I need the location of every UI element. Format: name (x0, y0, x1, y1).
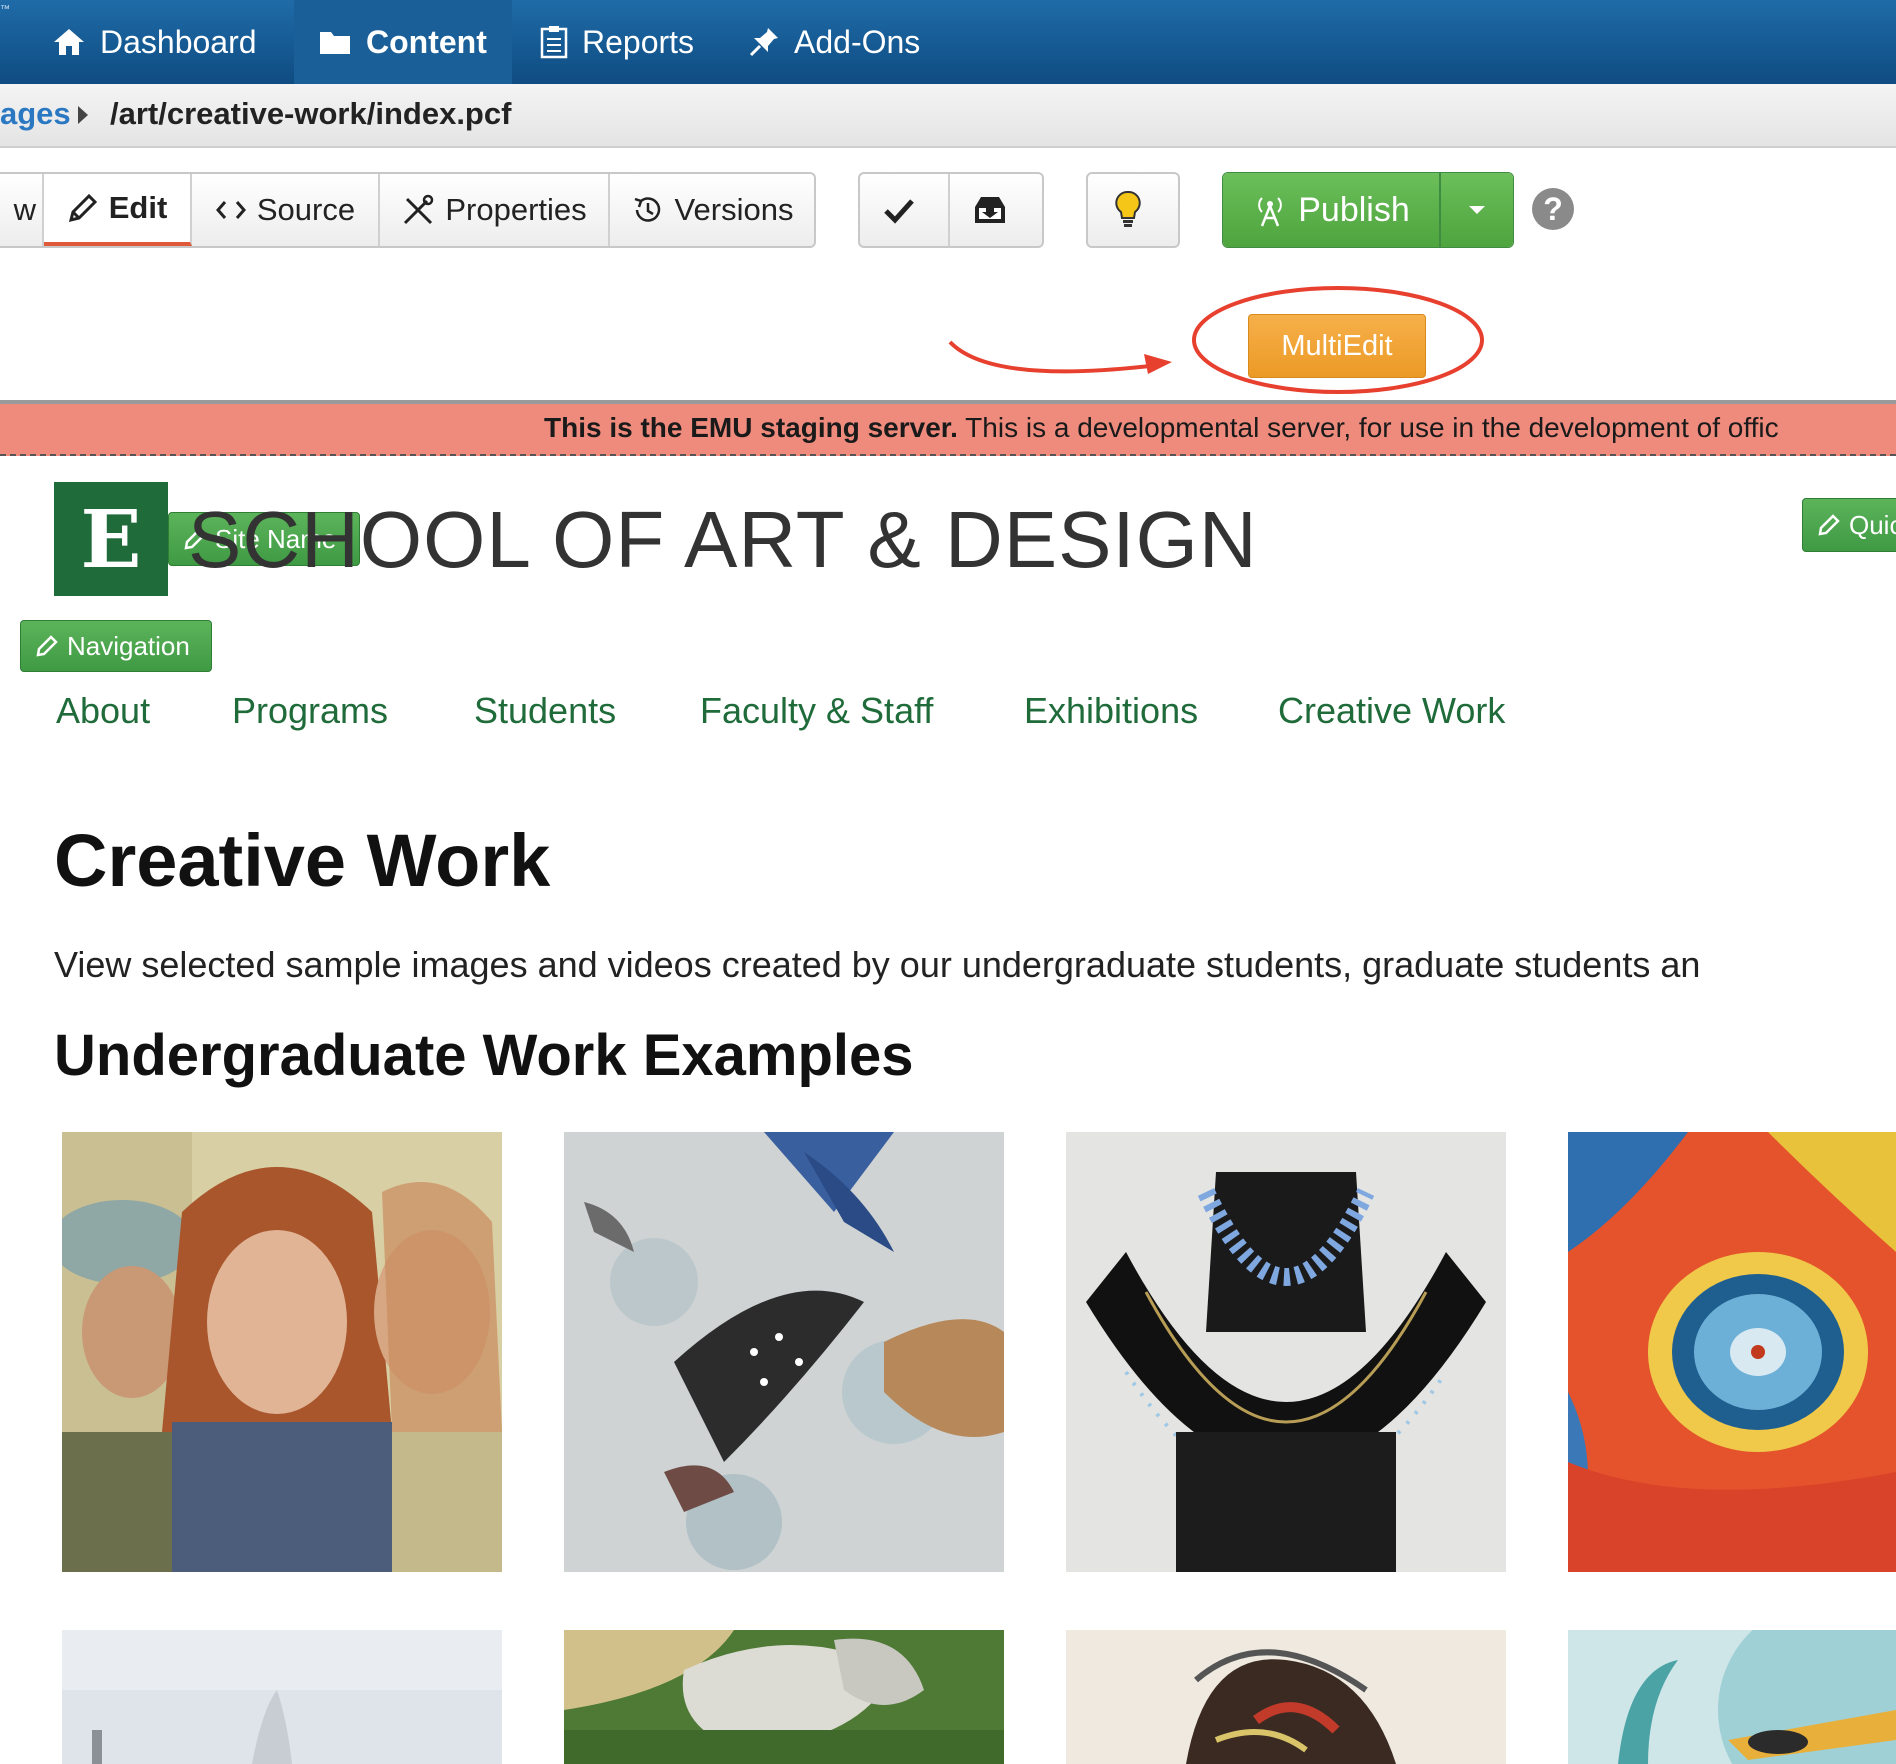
breadcrumb-pages-link[interactable]: ages (0, 96, 71, 132)
gallery-image-necklace[interactable] (1066, 1132, 1506, 1572)
staging-banner: This is the EMU staging server. This is … (0, 404, 1896, 456)
checkmark-icon (884, 199, 914, 224)
properties-tab-label: Properties (445, 192, 587, 227)
site-nav-creative-work[interactable]: Creative Work (1278, 690, 1505, 732)
staging-banner-text: This is the EMU staging server. This is … (544, 412, 1779, 444)
trademark-mark: ™ (0, 4, 10, 15)
clipboard-icon (540, 26, 568, 59)
edit-tab[interactable]: Edit (44, 174, 192, 246)
versions-tab-label: Versions (674, 192, 794, 227)
history-clock-icon (634, 197, 660, 222)
staging-banner-bold: This is the EMU staging server. (544, 412, 958, 443)
broadcast-tower-icon (1258, 197, 1283, 227)
code-brackets-icon (215, 201, 246, 219)
help-icon[interactable]: ? (1532, 188, 1574, 230)
properties-tab[interactable]: Properties (380, 174, 610, 246)
tools-icon (404, 194, 434, 225)
lightbulb-icon (1115, 190, 1141, 227)
site-nav-students[interactable]: Students (474, 690, 616, 732)
gallery-image-winter-scene[interactable] (62, 1630, 502, 1764)
gallery-image-portraits[interactable] (62, 1132, 502, 1572)
publish-options-dropdown[interactable] (1441, 173, 1513, 247)
pushpin-icon (749, 28, 778, 57)
breadcrumb: ages /art/creative-work/index.pcf (0, 84, 1896, 148)
gallery-image-abstract-eye[interactable] (1568, 1132, 1896, 1572)
cms-window: ™ Dashboard Content Reports Add-Ons ages… (0, 0, 1896, 1764)
publish-group: Publish (1222, 172, 1514, 248)
section-heading: Undergraduate Work Examples (54, 1023, 914, 1088)
nav-reports[interactable]: Reports (540, 0, 710, 84)
site-nav-programs[interactable]: Programs (232, 690, 388, 732)
breadcrumb-separator-icon (78, 106, 88, 124)
caret-down-icon (1469, 206, 1485, 214)
publish-button[interactable]: Publish (1223, 173, 1441, 247)
breadcrumb-current-path: /art/creative-work/index.pcf (110, 96, 512, 131)
save-version-button[interactable] (950, 174, 1040, 246)
lightbulb-button[interactable] (1088, 174, 1178, 246)
gallery-image-birds[interactable] (564, 1132, 1004, 1572)
versions-tab[interactable]: Versions (610, 174, 814, 246)
archive-download-icon (975, 197, 1005, 223)
nav-dashboard-label: Dashboard (100, 23, 257, 60)
quick-edit-button[interactable]: Quic (1802, 498, 1896, 552)
home-icon (54, 29, 84, 55)
nav-content[interactable]: Content (294, 0, 512, 84)
nav-dashboard[interactable]: Dashboard (52, 0, 262, 84)
intro-paragraph: View selected sample images and videos c… (54, 944, 1701, 985)
pencil-icon (68, 193, 97, 223)
edit-tab-label: Edit (108, 190, 168, 225)
quick-edit-label: Quic (1849, 509, 1896, 540)
preview-tab-label: w (13, 192, 36, 227)
view-mode-group: w Edit Source Properties Versions (0, 172, 816, 248)
nav-content-label: Content (366, 23, 487, 60)
source-tab-label: Source (256, 192, 356, 227)
pencil-icon (36, 635, 58, 657)
annotation-arrowhead (1144, 354, 1172, 374)
folder-icon (320, 32, 350, 54)
nav-addons[interactable]: Add-Ons (748, 0, 928, 84)
site-nav-exhibitions[interactable]: Exhibitions (1024, 690, 1198, 732)
emu-logo: E (54, 482, 168, 596)
gallery-image-illustration[interactable] (1568, 1630, 1896, 1764)
site-nav-faculty-staff[interactable]: Faculty & Staff (700, 690, 933, 732)
check-button[interactable] (860, 174, 950, 246)
pencil-icon (1818, 514, 1840, 536)
top-navigation-bar: ™ Dashboard Content Reports Add-Ons (0, 0, 1896, 84)
preview-tab[interactable]: w (0, 174, 44, 246)
annotation-arrow (948, 340, 1151, 374)
tips-group (1086, 172, 1180, 248)
page-heading: Creative Work (54, 819, 551, 902)
staging-banner-rest: This is a developmental server, for use … (957, 412, 1779, 443)
workflow-group (858, 172, 1044, 248)
edit-navigation-button[interactable]: Navigation (20, 620, 212, 672)
site-title: SCHOOL OF ART & DESIGN (188, 495, 1258, 584)
gallery-image-sculpture-grass[interactable] (564, 1630, 1004, 1764)
logo-letter: E (80, 492, 142, 586)
source-tab[interactable]: Source (192, 174, 380, 246)
multiedit-button[interactable]: MultiEdit (1248, 314, 1426, 378)
nav-reports-label: Reports (582, 23, 695, 60)
nav-addons-label: Add-Ons (794, 23, 921, 60)
edit-navigation-label: Navigation (67, 630, 190, 661)
site-nav-about[interactable]: About (56, 690, 150, 732)
gallery-image-fiber-art[interactable] (1066, 1630, 1506, 1764)
publish-button-label: Publish (1298, 190, 1410, 229)
multiedit-button-label: MultiEdit (1281, 329, 1393, 362)
